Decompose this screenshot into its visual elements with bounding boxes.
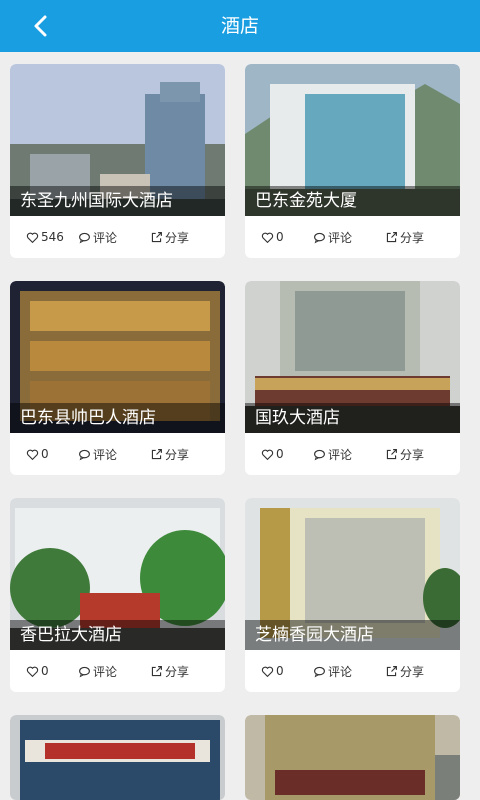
share-label: 分享 (400, 230, 425, 245)
like-button[interactable]: 0 (261, 230, 284, 244)
comment-label: 评论 (328, 447, 353, 462)
heart-icon (26, 232, 39, 243)
share-button[interactable]: 分享 (385, 229, 424, 246)
page-title: 酒店 (220, 15, 259, 37)
like-count: 0 (276, 447, 284, 461)
share-icon (151, 448, 162, 459)
hotel-card[interactable]: 巴东金苑大厦 0 评论 分享 (245, 64, 460, 258)
hotel-card[interactable] (245, 715, 460, 800)
hotel-photo (10, 715, 225, 800)
hotel-photo (245, 715, 460, 800)
like-count: 0 (41, 447, 49, 461)
comment-button[interactable]: 评论 (78, 229, 117, 246)
share-label: 分享 (165, 230, 190, 245)
comment-button[interactable]: 评论 (78, 663, 117, 680)
hotel-card[interactable] (10, 715, 225, 800)
hotel-photo: 芝楠香园大酒店 (245, 498, 460, 650)
like-button[interactable]: 546 (26, 230, 64, 244)
hotel-card[interactable]: 东圣九州国际大酒店 546 评论 分享 (10, 64, 225, 258)
like-count: 0 (276, 664, 284, 678)
share-icon (386, 448, 397, 459)
comment-label: 评论 (93, 447, 118, 462)
hotel-name: 芝楠香园大酒店 (245, 620, 460, 650)
heart-icon (26, 666, 39, 677)
like-button[interactable]: 0 (261, 664, 284, 678)
comment-icon (79, 449, 90, 460)
hotel-card[interactable]: 芝楠香园大酒店 0 评论 分享 (245, 498, 460, 692)
heart-icon (26, 449, 39, 460)
comment-button[interactable]: 评论 (313, 446, 352, 463)
hotel-card[interactable]: 国玖大酒店 0 评论 分享 (245, 281, 460, 475)
like-button[interactable]: 0 (26, 447, 49, 461)
like-count: 546 (41, 230, 64, 244)
comment-button[interactable]: 评论 (78, 446, 117, 463)
comment-icon (314, 666, 325, 677)
share-button[interactable]: 分享 (385, 446, 424, 463)
comment-label: 评论 (328, 230, 353, 245)
hotel-card[interactable]: 巴东县帅巴人酒店 0 评论 分享 (10, 281, 225, 475)
comment-button[interactable]: 评论 (313, 229, 352, 246)
heart-icon (261, 232, 274, 243)
share-button[interactable]: 分享 (150, 663, 189, 680)
comment-label: 评论 (93, 664, 118, 679)
hotel-name: 国玖大酒店 (245, 403, 460, 433)
hotel-name: 香巴拉大酒店 (10, 620, 225, 650)
share-icon (386, 231, 397, 242)
like-count: 0 (276, 230, 284, 244)
hotel-photo: 巴东金苑大厦 (245, 64, 460, 216)
share-button[interactable]: 分享 (150, 229, 189, 246)
comment-icon (79, 666, 90, 677)
hotel-photo: 东圣九州国际大酒店 (10, 64, 225, 216)
comment-label: 评论 (328, 664, 353, 679)
share-button[interactable]: 分享 (385, 663, 424, 680)
hotel-card[interactable]: 香巴拉大酒店 0 评论 分享 (10, 498, 225, 692)
like-count: 0 (41, 664, 49, 678)
share-label: 分享 (400, 447, 425, 462)
hotel-photo: 巴东县帅巴人酒店 (10, 281, 225, 433)
share-button[interactable]: 分享 (150, 446, 189, 463)
comment-icon (314, 449, 325, 460)
like-button[interactable]: 0 (261, 447, 284, 461)
heart-icon (261, 449, 274, 460)
hotel-name: 巴东金苑大厦 (245, 186, 460, 216)
comment-icon (314, 232, 325, 243)
app-header: 酒店 (0, 0, 480, 52)
share-icon (386, 665, 397, 676)
share-icon (151, 665, 162, 676)
share-label: 分享 (165, 447, 190, 462)
comment-label: 评论 (93, 230, 118, 245)
hotel-name: 东圣九州国际大酒店 (10, 186, 225, 216)
share-label: 分享 (165, 664, 190, 679)
heart-icon (261, 666, 274, 677)
hotel-photo: 国玖大酒店 (245, 281, 460, 433)
hotel-name: 巴东县帅巴人酒店 (10, 403, 225, 433)
share-label: 分享 (400, 664, 425, 679)
comment-button[interactable]: 评论 (313, 663, 352, 680)
comment-icon (79, 232, 90, 243)
like-button[interactable]: 0 (26, 664, 49, 678)
share-icon (151, 231, 162, 242)
hotel-photo: 香巴拉大酒店 (10, 498, 225, 650)
